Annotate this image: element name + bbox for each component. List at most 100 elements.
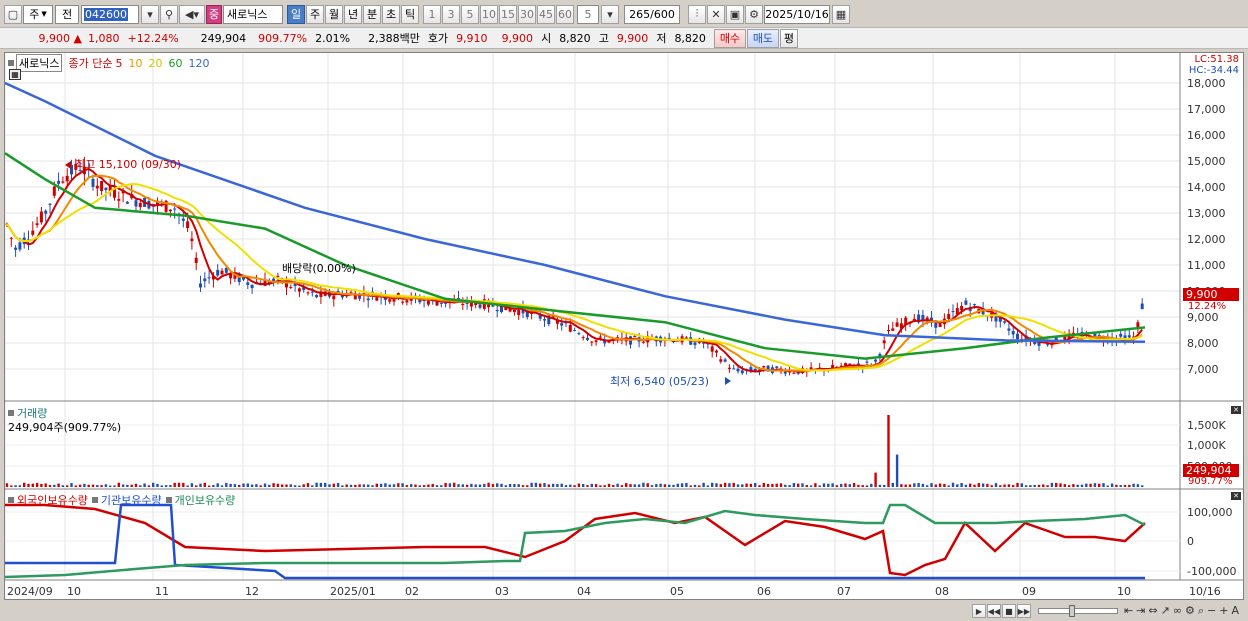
interval-input[interactable]: 5 xyxy=(577,4,599,24)
chart-canvas[interactable]: 18,000 17,000 16,000 15,000 14,000 13,000 12,0… xyxy=(5,53,1243,599)
volume-bar xyxy=(668,484,671,487)
volume-bar xyxy=(582,483,585,487)
expand-icon[interactable]: ⇥ xyxy=(1136,604,1148,617)
candle-body xyxy=(865,361,869,363)
candle-body xyxy=(775,366,779,368)
mode-select[interactable]: 전 xyxy=(55,4,79,24)
interval-15[interactable]: 15 xyxy=(499,4,517,24)
volume-bar xyxy=(788,485,791,487)
code-input[interactable]: 042600 xyxy=(81,4,139,24)
stop-icon[interactable]: ■ xyxy=(1001,604,1016,618)
fit-icon[interactable]: ⇔ xyxy=(1148,604,1160,617)
calendar-icon[interactable]: ▦ xyxy=(832,4,850,24)
candle-body xyxy=(91,178,95,187)
volume-bar xyxy=(758,485,761,487)
candle-body xyxy=(375,297,379,301)
volume-bar xyxy=(926,485,929,487)
close-panel-icon[interactable]: ✕ xyxy=(1231,492,1241,500)
speaker-icon[interactable]: ◀▾ xyxy=(179,4,205,24)
scroll-right-icon[interactable]: ▶ xyxy=(971,604,986,618)
institution-holdings-label: 기관보유수량 xyxy=(100,494,162,507)
search-icon[interactable]: ⚲ xyxy=(160,4,178,24)
x-tick-label: 10/16 xyxy=(1189,585,1221,598)
eval-button[interactable]: 평 xyxy=(779,28,798,48)
period-second[interactable]: 초 xyxy=(382,4,400,24)
candle-icon[interactable]: ⫶ xyxy=(688,4,706,24)
link-icon[interactable]: ∞ xyxy=(1173,604,1185,617)
volume-bar xyxy=(375,483,378,487)
interval-10[interactable]: 10 xyxy=(480,4,498,24)
shrink-icon[interactable]: ⇤ xyxy=(1124,604,1136,617)
sell-button[interactable]: 매도 xyxy=(746,28,779,48)
interval-5[interactable]: 5 xyxy=(461,4,479,24)
volume-bar xyxy=(341,485,344,487)
interval-60[interactable]: 60 xyxy=(556,4,574,24)
period-minute[interactable]: 분 xyxy=(363,4,381,24)
legend-square-icon xyxy=(165,497,172,503)
gear-icon[interactable]: ⚙ xyxy=(745,4,763,24)
table-icon[interactable]: ▦ xyxy=(9,69,21,80)
volume-bar xyxy=(693,484,697,487)
volume-bar xyxy=(319,482,323,487)
volume-bar xyxy=(521,485,525,487)
legend-stock-name[interactable]: 새로닉스 xyxy=(16,54,63,72)
candle-body xyxy=(100,180,104,191)
arrow-icon[interactable]: ↗ xyxy=(1161,604,1173,617)
minus-icon[interactable]: − xyxy=(1207,604,1219,617)
period-year[interactable]: 년 xyxy=(344,4,362,24)
interval-30[interactable]: 30 xyxy=(518,4,536,24)
volume-bar xyxy=(31,483,34,487)
plus-icon[interactable]: + xyxy=(1219,604,1231,617)
buy-button[interactable]: 매수 xyxy=(713,28,746,48)
interval-3[interactable]: 3 xyxy=(442,4,460,24)
volume-bar xyxy=(104,484,108,487)
period-week[interactable]: 주 xyxy=(306,4,324,24)
volume-bar xyxy=(883,484,886,487)
volume-bar xyxy=(1037,484,1041,487)
volume-bar xyxy=(367,484,370,487)
volume-bar xyxy=(306,483,310,487)
zoom-slider[interactable] xyxy=(1037,605,1118,617)
candle-body xyxy=(792,372,796,374)
period-day[interactable]: 일 xyxy=(287,4,305,24)
date-input[interactable]: 2025/10/16 xyxy=(764,4,830,24)
volume-bar xyxy=(10,485,13,487)
zoom-controls[interactable]: ⇤⇥⇔↗∞⚙⌕−+A xyxy=(1124,604,1242,618)
volume-bar xyxy=(908,484,912,487)
volume-bar xyxy=(637,484,641,487)
volume: 249,904 xyxy=(200,31,247,45)
slider-handle[interactable] xyxy=(1068,605,1075,617)
interval-45[interactable]: 45 xyxy=(537,4,555,24)
volume-bar xyxy=(268,484,271,487)
volume-bar xyxy=(143,483,146,487)
market-select[interactable]: 주 ▼ xyxy=(23,4,53,24)
candle-body xyxy=(478,304,482,308)
volume-bar xyxy=(745,483,748,487)
save-icon[interactable]: ▣ xyxy=(726,4,744,24)
volume-bar xyxy=(1059,483,1062,487)
volume-bar xyxy=(491,484,495,487)
window-icon[interactable]: ▢ xyxy=(4,4,22,24)
volume-bar xyxy=(504,485,507,487)
volume-bar xyxy=(775,483,778,487)
interval-1[interactable]: 1 xyxy=(423,4,441,24)
interval-dropdown-icon[interactable]: ▾ xyxy=(601,4,619,24)
chart-area[interactable]: 18,000 17,000 16,000 15,000 14,000 13,000 12,0… xyxy=(4,52,1244,600)
count-input[interactable]: 265/600 xyxy=(624,4,680,24)
candle-body xyxy=(194,257,198,263)
signal-badge: 중 xyxy=(206,4,222,24)
candle-body xyxy=(401,301,405,303)
fast-forward-icon[interactable]: ▶▶ xyxy=(1016,604,1031,618)
volume-bar xyxy=(169,485,172,487)
close-panel-icon[interactable]: ✕ xyxy=(1231,406,1241,414)
settings-icon[interactable]: ⚙ xyxy=(1185,604,1198,617)
period-tick[interactable]: 틱 xyxy=(401,4,419,24)
dropdown-icon[interactable]: ▾ xyxy=(141,4,159,24)
rewind-icon[interactable]: ◀◀ xyxy=(986,604,1001,618)
zoom-icon[interactable]: ⌕ xyxy=(1198,604,1207,617)
crosshair-icon[interactable]: ✕ xyxy=(707,4,725,24)
period-month[interactable]: 월 xyxy=(325,4,343,24)
volume-bar xyxy=(427,484,430,487)
candle-body xyxy=(65,175,69,182)
text-icon[interactable]: A xyxy=(1231,604,1242,617)
